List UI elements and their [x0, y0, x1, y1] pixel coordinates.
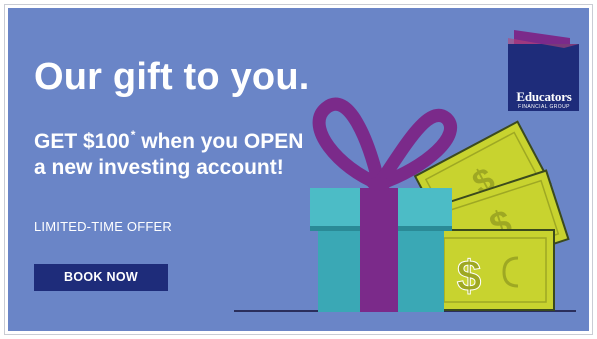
brand-name: Educators — [516, 89, 572, 104]
brand-tagline: FINANCIAL GROUP — [518, 104, 570, 110]
money-bill-front: $ — [435, 229, 555, 311]
offer-text: GET $100* when you OPEN a new investing … — [34, 122, 304, 181]
book-now-button[interactable]: BOOK NOW — [34, 264, 168, 291]
offer-amount: GET $100 — [34, 130, 130, 153]
ad-banner[interactable]: $ $ $ Educators FINANCIAL GROUP Our gift… — [8, 8, 589, 331]
gift-box — [310, 97, 457, 312]
limited-offer-label: LIMITED-TIME OFFER — [34, 219, 172, 234]
headline: Our gift to you. — [34, 56, 310, 98]
svg-text:$: $ — [457, 252, 481, 301]
